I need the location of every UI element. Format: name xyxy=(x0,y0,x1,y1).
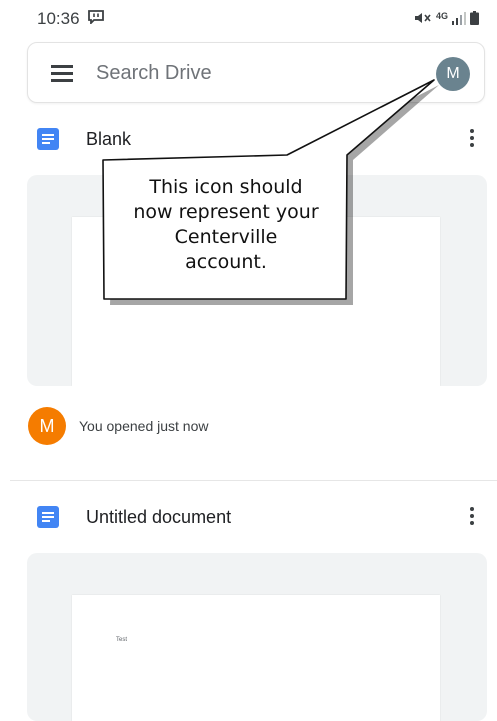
account-avatar[interactable]: M xyxy=(436,57,470,91)
file-title[interactable]: Untitled document xyxy=(86,507,231,528)
document-page: Test xyxy=(72,595,440,721)
mute-icon xyxy=(414,13,431,23)
battery-icon xyxy=(470,11,479,25)
callout-line: This icon should xyxy=(149,176,303,198)
docs-icon xyxy=(37,506,59,528)
more-options-icon[interactable] xyxy=(465,507,479,529)
divider xyxy=(10,480,497,481)
menu-icon[interactable] xyxy=(51,65,73,82)
file-header[interactable]: Blank xyxy=(0,119,497,159)
more-options-icon[interactable] xyxy=(465,129,479,151)
network-label: 4G xyxy=(435,10,448,21)
activity-avatar: M xyxy=(28,407,66,445)
message-icon xyxy=(88,10,104,24)
status-time: 10:36 xyxy=(37,9,80,28)
status-bar: 10:36 4G xyxy=(0,0,497,38)
signal-icon xyxy=(452,11,466,25)
callout-line: Centerville xyxy=(174,226,278,248)
callout-line: now represent your xyxy=(133,201,319,223)
docs-icon xyxy=(37,128,59,150)
file-title[interactable]: Blank xyxy=(86,129,131,150)
search-bar[interactable]: Search Drive M xyxy=(27,42,485,103)
activity-text: You opened just now xyxy=(79,418,209,434)
callout-line: account. xyxy=(185,251,267,273)
file-preview[interactable]: Test xyxy=(27,553,487,721)
callout-text: This icon should now represent your Cent… xyxy=(110,175,342,275)
search-input[interactable]: Search Drive xyxy=(96,62,212,85)
file-header[interactable]: Untitled document xyxy=(0,497,497,537)
page-text: Test xyxy=(116,637,128,643)
